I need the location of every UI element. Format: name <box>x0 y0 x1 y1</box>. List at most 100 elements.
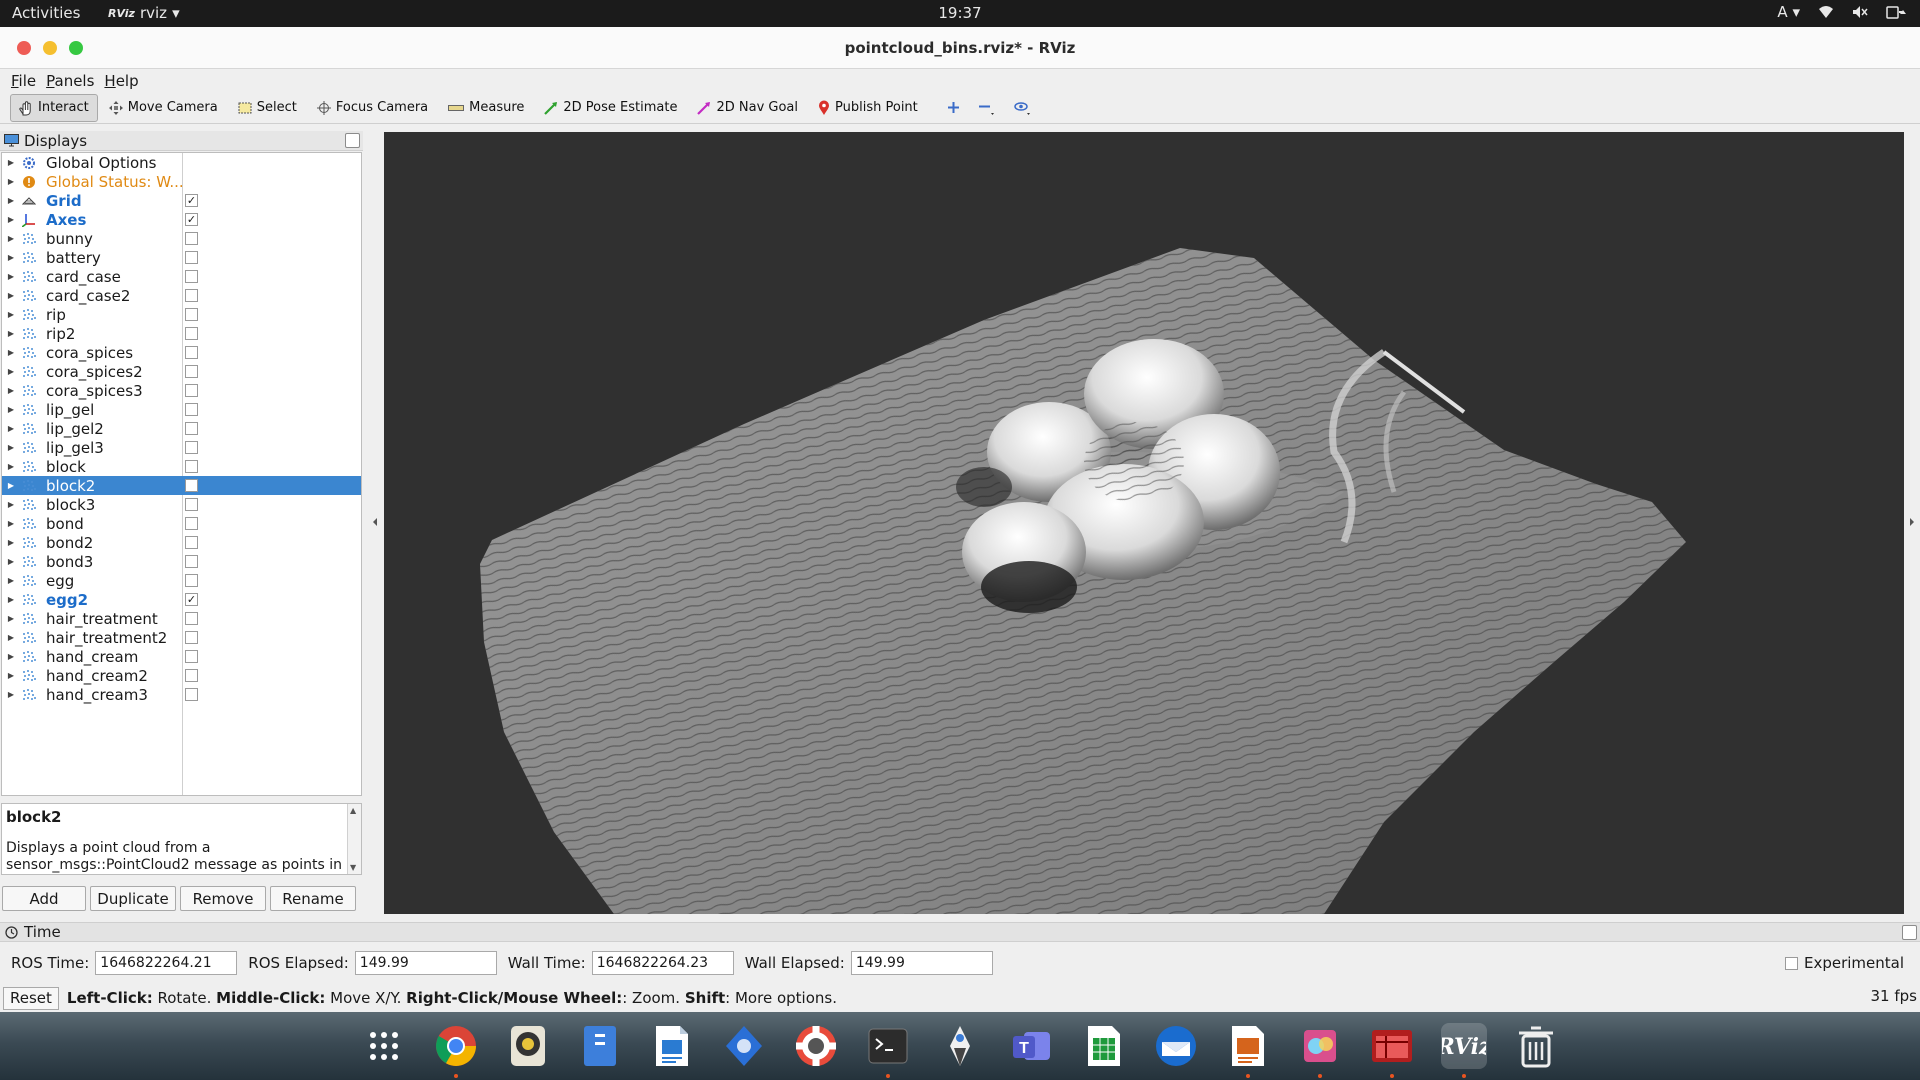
display-item-egg2[interactable]: ▶ egg2 ✓ <box>2 590 361 609</box>
expand-arrow-icon[interactable]: ▶ <box>2 405 20 414</box>
enable-checkbox[interactable] <box>185 669 198 682</box>
display-item-cora-spices[interactable]: ▶ cora_spices <box>2 343 361 362</box>
expand-arrow-icon[interactable]: ▶ <box>2 158 20 167</box>
trash-icon[interactable] <box>1513 1023 1559 1069</box>
expand-arrow-icon[interactable]: ▶ <box>2 557 20 566</box>
display-item-cora-spices3[interactable]: ▶ cora_spices3 <box>2 381 361 400</box>
enable-checkbox[interactable]: ✓ <box>185 213 198 226</box>
enable-checkbox[interactable]: ✓ <box>185 194 198 207</box>
display-item-rip[interactable]: ▶ rip <box>2 305 361 324</box>
display-item-bond2[interactable]: ▶ bond2 <box>2 533 361 552</box>
expand-arrow-icon[interactable]: ▶ <box>2 367 20 376</box>
calc-icon[interactable] <box>1081 1023 1127 1069</box>
menu-panels[interactable]: Panels <box>43 72 97 90</box>
expand-arrow-icon[interactable]: ▶ <box>2 538 20 547</box>
enable-checkbox[interactable] <box>185 460 198 473</box>
add-tool-button[interactable] <box>939 94 968 122</box>
enable-checkbox[interactable] <box>185 441 198 454</box>
display-item-hand-cream2[interactable]: ▶ hand_cream2 <box>2 666 361 685</box>
expand-arrow-icon[interactable]: ▶ <box>2 215 20 224</box>
rqt-icon[interactable] <box>1369 1023 1415 1069</box>
expand-arrow-icon[interactable]: ▶ <box>2 462 20 471</box>
expand-arrow-icon[interactable]: ▶ <box>2 234 20 243</box>
inkscape-icon[interactable] <box>937 1023 983 1069</box>
expand-arrow-icon[interactable]: ▶ <box>2 576 20 585</box>
remove-tool-button[interactable] <box>970 94 1004 122</box>
chrome-icon[interactable] <box>433 1023 479 1069</box>
enable-checkbox[interactable] <box>185 498 198 511</box>
enable-checkbox[interactable] <box>185 650 198 663</box>
enable-checkbox[interactable] <box>185 631 198 644</box>
panel-float-button[interactable] <box>345 133 360 148</box>
expand-arrow-icon[interactable]: ▶ <box>2 614 20 623</box>
enable-checkbox[interactable] <box>185 327 198 340</box>
expand-arrow-icon[interactable]: ▶ <box>2 500 20 509</box>
display-item-hair-treatment2[interactable]: ▶ hair_treatment2 <box>2 628 361 647</box>
help-icon[interactable] <box>793 1023 839 1069</box>
impress-icon[interactable] <box>1225 1023 1271 1069</box>
display-item-cora-spices2[interactable]: ▶ cora_spices2 <box>2 362 361 381</box>
expand-arrow-icon[interactable]: ▶ <box>2 386 20 395</box>
enable-checkbox[interactable] <box>185 346 198 359</box>
enable-checkbox[interactable] <box>185 308 198 321</box>
select-tool-button[interactable]: Select <box>229 94 306 122</box>
right-splitter-handle[interactable] <box>1906 132 1918 914</box>
duplicate-button[interactable]: Duplicate <box>90 886 176 911</box>
experimental-checkbox-box[interactable] <box>1784 956 1798 970</box>
power-icon[interactable] <box>1886 5 1908 19</box>
display-item-lip-gel[interactable]: ▶ lip_gel <box>2 400 361 419</box>
activities-button[interactable]: Activities <box>12 4 80 22</box>
enable-checkbox[interactable] <box>185 232 198 245</box>
enable-checkbox[interactable] <box>185 365 198 378</box>
rviz-icon[interactable]: RViz <box>1441 1023 1487 1069</box>
teams-icon[interactable]: T <box>1009 1023 1055 1069</box>
expand-arrow-icon[interactable]: ▶ <box>2 196 20 205</box>
enable-checkbox[interactable] <box>185 688 198 701</box>
writer-icon[interactable] <box>649 1023 695 1069</box>
display-item-global-status-w[interactable]: ▶ Global Status: W... <box>2 172 361 191</box>
clock[interactable]: 19:37 <box>0 4 1920 22</box>
remove-button[interactable]: Remove <box>180 886 266 911</box>
input-language[interactable]: A ▾ <box>1777 3 1800 21</box>
display-item-hand-cream[interactable]: ▶ hand_cream <box>2 647 361 666</box>
enable-checkbox[interactable] <box>185 422 198 435</box>
expand-arrow-icon[interactable]: ▶ <box>2 272 20 281</box>
expand-arrow-icon[interactable]: ▶ <box>2 253 20 262</box>
add-button[interactable]: Add <box>2 886 86 911</box>
volume-muted-icon[interactable] <box>1852 5 1868 19</box>
display-item-bunny[interactable]: ▶ bunny <box>2 229 361 248</box>
time-panel-float-button[interactable] <box>1902 925 1917 940</box>
enable-checkbox[interactable] <box>185 555 198 568</box>
system-tray[interactable]: A ▾ <box>1777 3 1908 21</box>
display-item-grid[interactable]: ▶ Grid ✓ <box>2 191 361 210</box>
app-grid-icon[interactable] <box>361 1023 407 1069</box>
display-item-bond3[interactable]: ▶ bond3 <box>2 552 361 571</box>
shotwell-icon[interactable] <box>1297 1023 1343 1069</box>
display-item-rip2[interactable]: ▶ rip2 <box>2 324 361 343</box>
expand-arrow-icon[interactable]: ▶ <box>2 595 20 604</box>
expand-arrow-icon[interactable]: ▶ <box>2 671 20 680</box>
expand-arrow-icon[interactable]: ▶ <box>2 633 20 642</box>
display-item-block3[interactable]: ▶ block3 <box>2 495 361 514</box>
enable-checkbox[interactable]: ✓ <box>185 593 198 606</box>
terminal-icon[interactable] <box>865 1023 911 1069</box>
enable-checkbox[interactable] <box>185 574 198 587</box>
display-item-lip-gel3[interactable]: ▶ lip_gel3 <box>2 438 361 457</box>
expand-arrow-icon[interactable]: ▶ <box>2 310 20 319</box>
wall-elapsed-field[interactable]: 149.99 <box>850 951 993 975</box>
expand-arrow-icon[interactable]: ▶ <box>2 481 20 490</box>
3d-viewport[interactable] <box>384 132 1904 914</box>
display-item-card-case2[interactable]: ▶ card_case2 <box>2 286 361 305</box>
wall-time-field[interactable]: 1646822264.23 <box>591 951 734 975</box>
measure-tool-button[interactable]: Measure <box>439 94 533 122</box>
enable-checkbox[interactable] <box>185 517 198 530</box>
enable-checkbox[interactable] <box>185 612 198 625</box>
pose-estimate-tool-button[interactable]: 2D Pose Estimate <box>535 94 686 122</box>
display-item-axes[interactable]: ▶ Axes ✓ <box>2 210 361 229</box>
description-scrollbar[interactable]: ▲ ▼ <box>347 804 361 874</box>
thunderbird-icon[interactable] <box>1153 1023 1199 1069</box>
enable-checkbox[interactable] <box>185 289 198 302</box>
menu-file[interactable]: File <box>8 72 39 90</box>
left-splitter-handle[interactable] <box>369 132 381 914</box>
displays-tree[interactable]: ▶ Global Options ▶ Global Status: W... ▶ Grid… <box>1 152 362 796</box>
